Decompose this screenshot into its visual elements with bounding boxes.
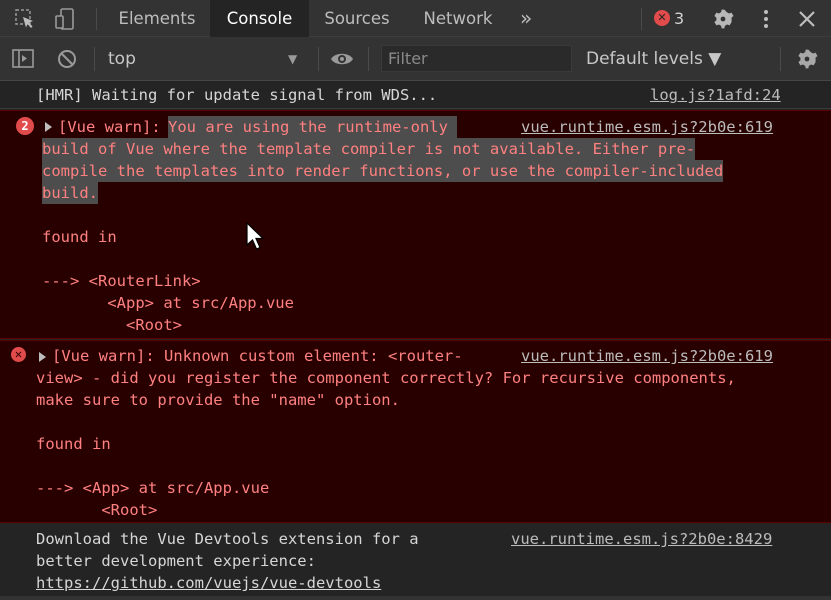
message-prefix[interactable]: [Vue warn]:	[58, 116, 170, 138]
more-options-icon[interactable]	[755, 8, 777, 30]
tab-elements[interactable]: Elements	[105, 0, 209, 37]
console-message-error: ✕ [Vue warn]: Unknown custom element: <r…	[0, 340, 831, 523]
source-link[interactable]: vue.runtime.esm.js?2b0e:619	[521, 345, 773, 367]
divider	[780, 47, 781, 71]
message-text-selected: compile the templates into render functi…	[42, 160, 724, 182]
console-message-log: [HMR] Waiting for update signal from WDS…	[0, 81, 831, 109]
tab-console[interactable]: Console	[210, 0, 309, 37]
divider	[96, 8, 97, 30]
message-text: better development experience:	[36, 552, 316, 570]
log-levels-dropdown[interactable]: Default levels ▼	[586, 37, 721, 81]
divider	[94, 47, 95, 71]
source-link[interactable]: vue.runtime.esm.js?2b0e:619	[521, 116, 773, 138]
repeat-count-badge: 2	[16, 117, 34, 135]
close-icon[interactable]	[796, 8, 818, 30]
context-selector[interactable]: top	[108, 37, 136, 81]
console-message-log: Download the Vue Devtools extension for …	[0, 524, 831, 600]
more-tabs-button[interactable]: »	[520, 0, 540, 37]
divider	[318, 47, 319, 71]
console-prompt-divider	[0, 596, 831, 600]
devtools-link[interactable]: https://github.com/vuejs/vue-devtools	[36, 572, 381, 594]
message-text: <App> at src/App.vue	[42, 294, 294, 312]
expand-triangle-icon[interactable]	[39, 352, 46, 362]
expand-triangle-icon[interactable]	[45, 122, 52, 132]
message-text: ---> <App> at src/App.vue	[36, 479, 270, 497]
message-text: <Root>	[36, 501, 158, 519]
message-text[interactable]: [Vue warn]: Unknown custom element: <rou…	[52, 345, 463, 367]
source-link[interactable]: log.js?1afd:24	[650, 84, 781, 106]
console-settings-gear-icon[interactable]	[796, 48, 818, 70]
message-text: view> - did you register the component c…	[36, 369, 736, 387]
error-icon: ✕	[11, 347, 26, 362]
message-text: <Root>	[42, 316, 182, 334]
filter-input[interactable]: Filter	[381, 45, 572, 72]
message-text-selected: build of Vue where the template compiler…	[42, 138, 696, 160]
divider	[641, 8, 642, 30]
message-text: found in	[36, 435, 111, 453]
console-toolbar: top ▼ Filter Default levels ▼	[0, 37, 831, 81]
devtools-tabbar: Elements Console Sources Network » ✕ 3	[0, 0, 831, 37]
message-text: ---> <RouterLink>	[42, 272, 201, 290]
message-text: found in	[42, 228, 117, 246]
divider	[368, 47, 369, 71]
tab-network[interactable]: Network	[409, 0, 507, 37]
sidebar-toggle-icon[interactable]	[12, 48, 34, 70]
console-message-error: 2 [Vue warn]: You are using the runtime-…	[0, 110, 831, 339]
inspect-element-icon[interactable]	[14, 8, 36, 30]
chevron-down-icon[interactable]: ▼	[288, 37, 297, 81]
clear-console-icon[interactable]	[56, 48, 78, 70]
message-text: make sure to provide the "name" option.	[36, 391, 400, 409]
console-output: [HMR] Waiting for update signal from WDS…	[0, 81, 831, 600]
message-text: Download the Vue Devtools extension for …	[36, 530, 419, 548]
message-text: [HMR] Waiting for update signal from WDS…	[36, 86, 438, 104]
error-count-icon[interactable]: ✕	[654, 10, 670, 26]
tab-sources[interactable]: Sources	[310, 0, 404, 37]
eye-icon[interactable]	[330, 48, 354, 70]
settings-gear-icon[interactable]	[712, 8, 734, 30]
error-count[interactable]: 3	[674, 0, 684, 37]
device-toolbar-icon[interactable]	[54, 8, 76, 30]
message-text-selected: build.	[42, 182, 98, 204]
mouse-cursor-icon	[246, 222, 265, 250]
message-text-selected: You are using the runtime-only	[168, 116, 458, 138]
source-link[interactable]: vue.runtime.esm.js?2b0e:8429	[511, 528, 772, 550]
